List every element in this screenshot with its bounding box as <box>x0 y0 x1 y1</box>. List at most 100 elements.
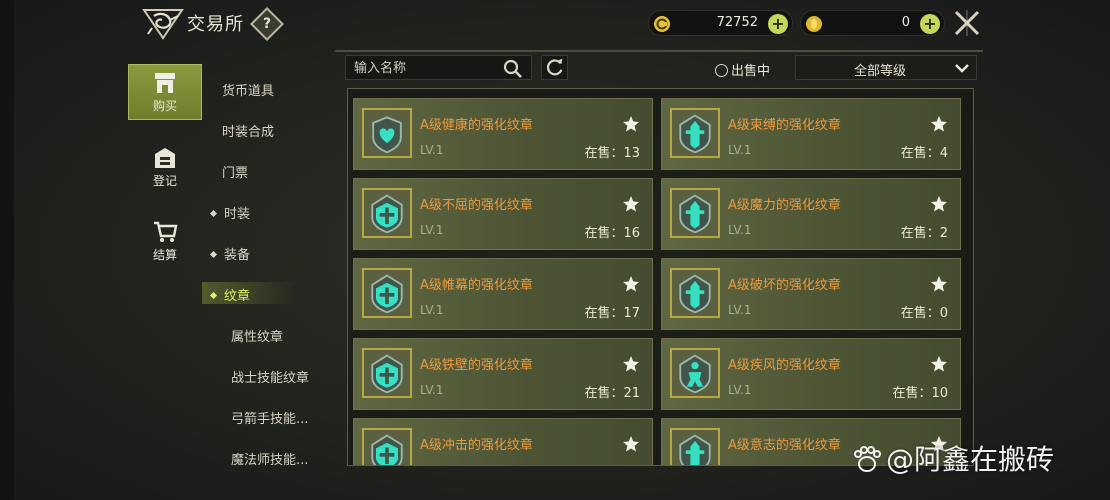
favorite-star-icon[interactable] <box>930 195 948 213</box>
favorite-star-icon[interactable] <box>622 275 640 293</box>
category-item[interactable]: 属性纹章 <box>231 326 283 345</box>
emblem-icon <box>670 188 720 238</box>
add-gold-button[interactable]: + <box>920 14 940 34</box>
category-label: 弓箭手技能... <box>231 412 309 427</box>
item-name: A级铁壁的强化纹章 <box>420 358 533 373</box>
category-item[interactable]: 门票 <box>222 162 248 181</box>
watermark: @阿鑫在搬砖 <box>852 438 1054 478</box>
category-label: 魔法师技能... <box>231 453 309 468</box>
item-name: A级束缚的强化纹章 <box>728 118 841 133</box>
item-stock: 在售：13 <box>584 146 640 161</box>
nav-settle-label: 结算 <box>152 248 177 262</box>
chevron-down-icon <box>955 64 969 73</box>
help-button[interactable]: ? <box>250 7 284 41</box>
emblem-icon <box>362 428 412 465</box>
emblem-icon <box>362 188 412 238</box>
cart-icon <box>154 221 178 242</box>
grade-dropdown-value: 全部等级 <box>854 64 907 79</box>
on-sale-radio[interactable] <box>715 64 728 77</box>
category-item[interactable]: 魔法师技能... <box>231 449 308 468</box>
item-list: A级健康的强化纹章 LV.1 在售：13 A级束缚的强化纹章 LV.1 在售：4 A级不屈的… <box>347 88 974 466</box>
category-item[interactable]: 装备 <box>205 244 250 263</box>
item-stock: 在售：0 <box>900 306 948 321</box>
nav-buy[interactable]: 购买 <box>128 64 202 120</box>
favorite-star-icon[interactable] <box>930 275 948 293</box>
category-label: 门票 <box>222 166 249 181</box>
item-name: A级健康的强化纹章 <box>420 118 533 133</box>
category-item[interactable]: 时装 <box>205 203 250 222</box>
item-level: LV.1 <box>728 383 752 397</box>
emblem-icon <box>670 348 720 398</box>
item-name: A级疾风的强化纹章 <box>728 358 841 373</box>
search-icon[interactable] <box>503 59 523 79</box>
emblem-icon <box>362 268 412 318</box>
category-bullet-icon <box>209 250 218 259</box>
category-label: 时装 <box>224 207 251 222</box>
watermark-text: @阿鑫在搬砖 <box>886 443 1055 476</box>
item-stock: 在售：16 <box>584 226 640 241</box>
favorite-star-icon[interactable] <box>930 355 948 373</box>
item-stock: 在售：10 <box>892 386 948 401</box>
nav-settle[interactable]: 结算 <box>128 214 202 270</box>
category-label: 战士技能纹章 <box>231 371 310 386</box>
favorite-star-icon[interactable] <box>622 435 640 453</box>
nav-buy-label: 购买 <box>152 99 177 113</box>
item-card[interactable]: A级不屈的强化纹章 LV.1 在售：16 <box>353 178 653 250</box>
item-card[interactable]: A级铁壁的强化纹章 LV.1 在售：21 <box>353 338 653 410</box>
item-card[interactable]: A级帷幕的强化纹章 LV.1 在售：17 <box>353 258 653 330</box>
favorite-star-icon[interactable] <box>930 115 948 133</box>
item-card[interactable]: A级健康的强化纹章 LV.1 在售：13 <box>353 98 653 170</box>
favorite-star-icon[interactable] <box>622 115 640 133</box>
currency-coin: 72752 + <box>648 10 793 36</box>
category-item[interactable]: 时装合成 <box>222 121 274 140</box>
gold-icon <box>806 16 822 32</box>
refresh-button[interactable] <box>541 55 568 80</box>
nav-register[interactable]: 登记 <box>128 140 202 196</box>
close-icon[interactable] <box>952 8 982 38</box>
coin-amount: 72752 <box>716 15 758 30</box>
help-label: ? <box>262 16 272 32</box>
item-level: LV.1 <box>420 383 444 397</box>
item-name: A级不屈的强化纹章 <box>420 198 533 213</box>
item-level: LV.1 <box>728 303 752 317</box>
on-sale-toggle[interactable]: 出售中 <box>715 60 770 79</box>
search-box <box>345 55 532 80</box>
category-label: 属性纹章 <box>231 330 284 345</box>
item-name: A级魔力的强化纹章 <box>728 198 841 213</box>
category-item[interactable]: 战士技能纹章 <box>231 367 309 386</box>
item-card[interactable]: A级疾风的强化纹章 LV.1 在售：10 <box>661 338 961 410</box>
item-stock: 在售：17 <box>584 306 640 321</box>
emblem-icon <box>362 108 412 158</box>
item-card[interactable]: A级魔力的强化纹章 LV.1 在售：2 <box>661 178 961 250</box>
category-item[interactable]: 纹章 <box>205 285 250 304</box>
favorite-star-icon[interactable] <box>622 355 640 373</box>
item-card[interactable]: A级冲击的强化纹章 <box>353 418 653 465</box>
item-name: A级意志的强化纹章 <box>728 438 841 453</box>
paw-icon <box>854 446 881 472</box>
item-name: A级破坏的强化纹章 <box>728 278 841 293</box>
item-card[interactable]: A级束缚的强化纹章 LV.1 在售：4 <box>661 98 961 170</box>
search-input[interactable] <box>354 58 494 78</box>
category-bullet-icon <box>209 209 218 218</box>
emblem-icon <box>670 428 720 465</box>
item-level: LV.1 <box>420 303 444 317</box>
coin-icon <box>654 16 670 32</box>
favorite-star-icon[interactable] <box>622 195 640 213</box>
grade-dropdown[interactable]: 全部等级 <box>795 55 977 80</box>
dragon-logo-icon <box>142 9 184 40</box>
emblem-icon <box>362 348 412 398</box>
item-stock: 在售：4 <box>900 146 948 161</box>
currency-gold: 0 + <box>800 10 945 36</box>
add-coin-button[interactable]: + <box>768 14 788 34</box>
nav-register-label: 登记 <box>152 174 177 188</box>
category-label: 装备 <box>224 248 251 263</box>
item-card[interactable]: A级破坏的强化纹章 LV.1 在售：0 <box>661 258 961 330</box>
category-item[interactable]: 货币道具 <box>222 80 274 99</box>
register-icon <box>155 148 175 168</box>
page-title: 交易所 <box>187 14 244 35</box>
item-name: A级冲击的强化纹章 <box>420 438 533 453</box>
item-stock: 在售：21 <box>584 386 640 401</box>
category-label: 货币道具 <box>222 84 275 99</box>
panel-frame-top <box>335 50 983 52</box>
category-item[interactable]: 弓箭手技能... <box>231 408 308 427</box>
